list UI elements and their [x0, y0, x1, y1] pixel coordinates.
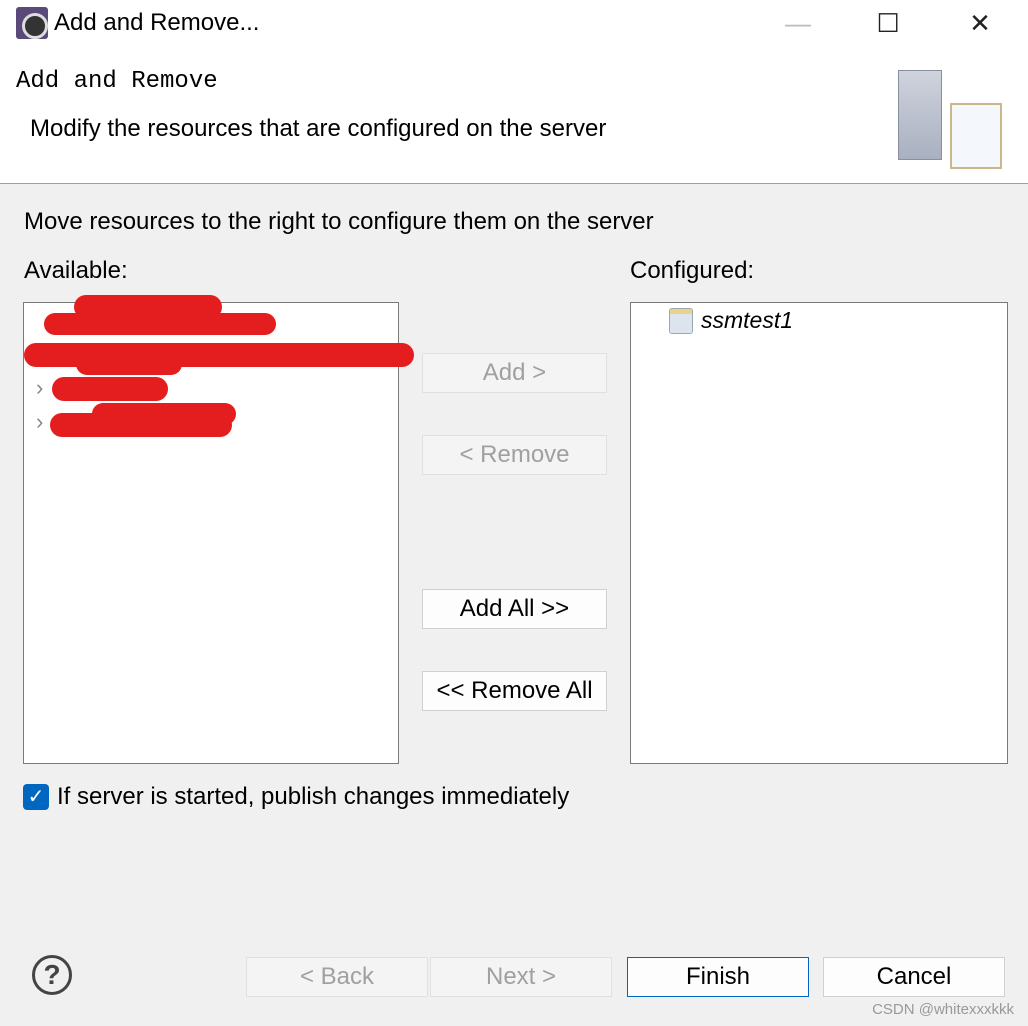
remove-all-button[interactable]: << Remove All [422, 671, 607, 711]
redaction [44, 313, 276, 335]
expand-chevron-icon[interactable]: › [36, 409, 43, 435]
back-button[interactable]: < Back [246, 957, 428, 997]
available-list[interactable]: › › [23, 295, 414, 764]
eclipse-app-icon [16, 7, 48, 39]
cancel-button[interactable]: Cancel [823, 957, 1005, 997]
item-label: ssmtest1 [701, 307, 794, 333]
server-icon [898, 70, 942, 160]
help-icon[interactable]: ? [32, 955, 72, 995]
redaction [52, 377, 168, 401]
configured-list[interactable]: ssmtest1 [630, 302, 1008, 764]
available-label: Available: [24, 257, 128, 284]
remove-button[interactable]: < Remove [422, 435, 607, 475]
web-module-icon [669, 307, 693, 334]
finish-button[interactable]: Finish [627, 957, 809, 997]
list-item[interactable]: ssmtest1 [669, 307, 793, 334]
maximize-button[interactable]: ☐ [868, 8, 908, 40]
page-subtitle: Modify the resources that are configured… [30, 115, 607, 142]
add-all-button[interactable]: Add All >> [422, 589, 607, 629]
next-button[interactable]: Next > [430, 957, 612, 997]
configured-label: Configured: [630, 257, 755, 284]
instruction-text: Move resources to the right to configure… [24, 208, 654, 235]
document-icon [950, 103, 1002, 169]
page-title: Add and Remove [16, 68, 218, 95]
redaction [50, 413, 232, 437]
redaction [76, 353, 182, 375]
window-title: Add and Remove... [54, 9, 260, 36]
publish-checkbox-label[interactable]: If server is started, publish changes im… [57, 783, 569, 811]
close-button[interactable]: ✕ [960, 8, 1000, 40]
minimize-button[interactable]: — [778, 8, 818, 40]
add-button[interactable]: Add > [422, 353, 607, 393]
publish-checkbox[interactable]: ✓ [23, 784, 49, 810]
expand-chevron-icon[interactable]: › [36, 375, 43, 401]
watermark: CSDN @whitexxxkkk [872, 1001, 1014, 1018]
